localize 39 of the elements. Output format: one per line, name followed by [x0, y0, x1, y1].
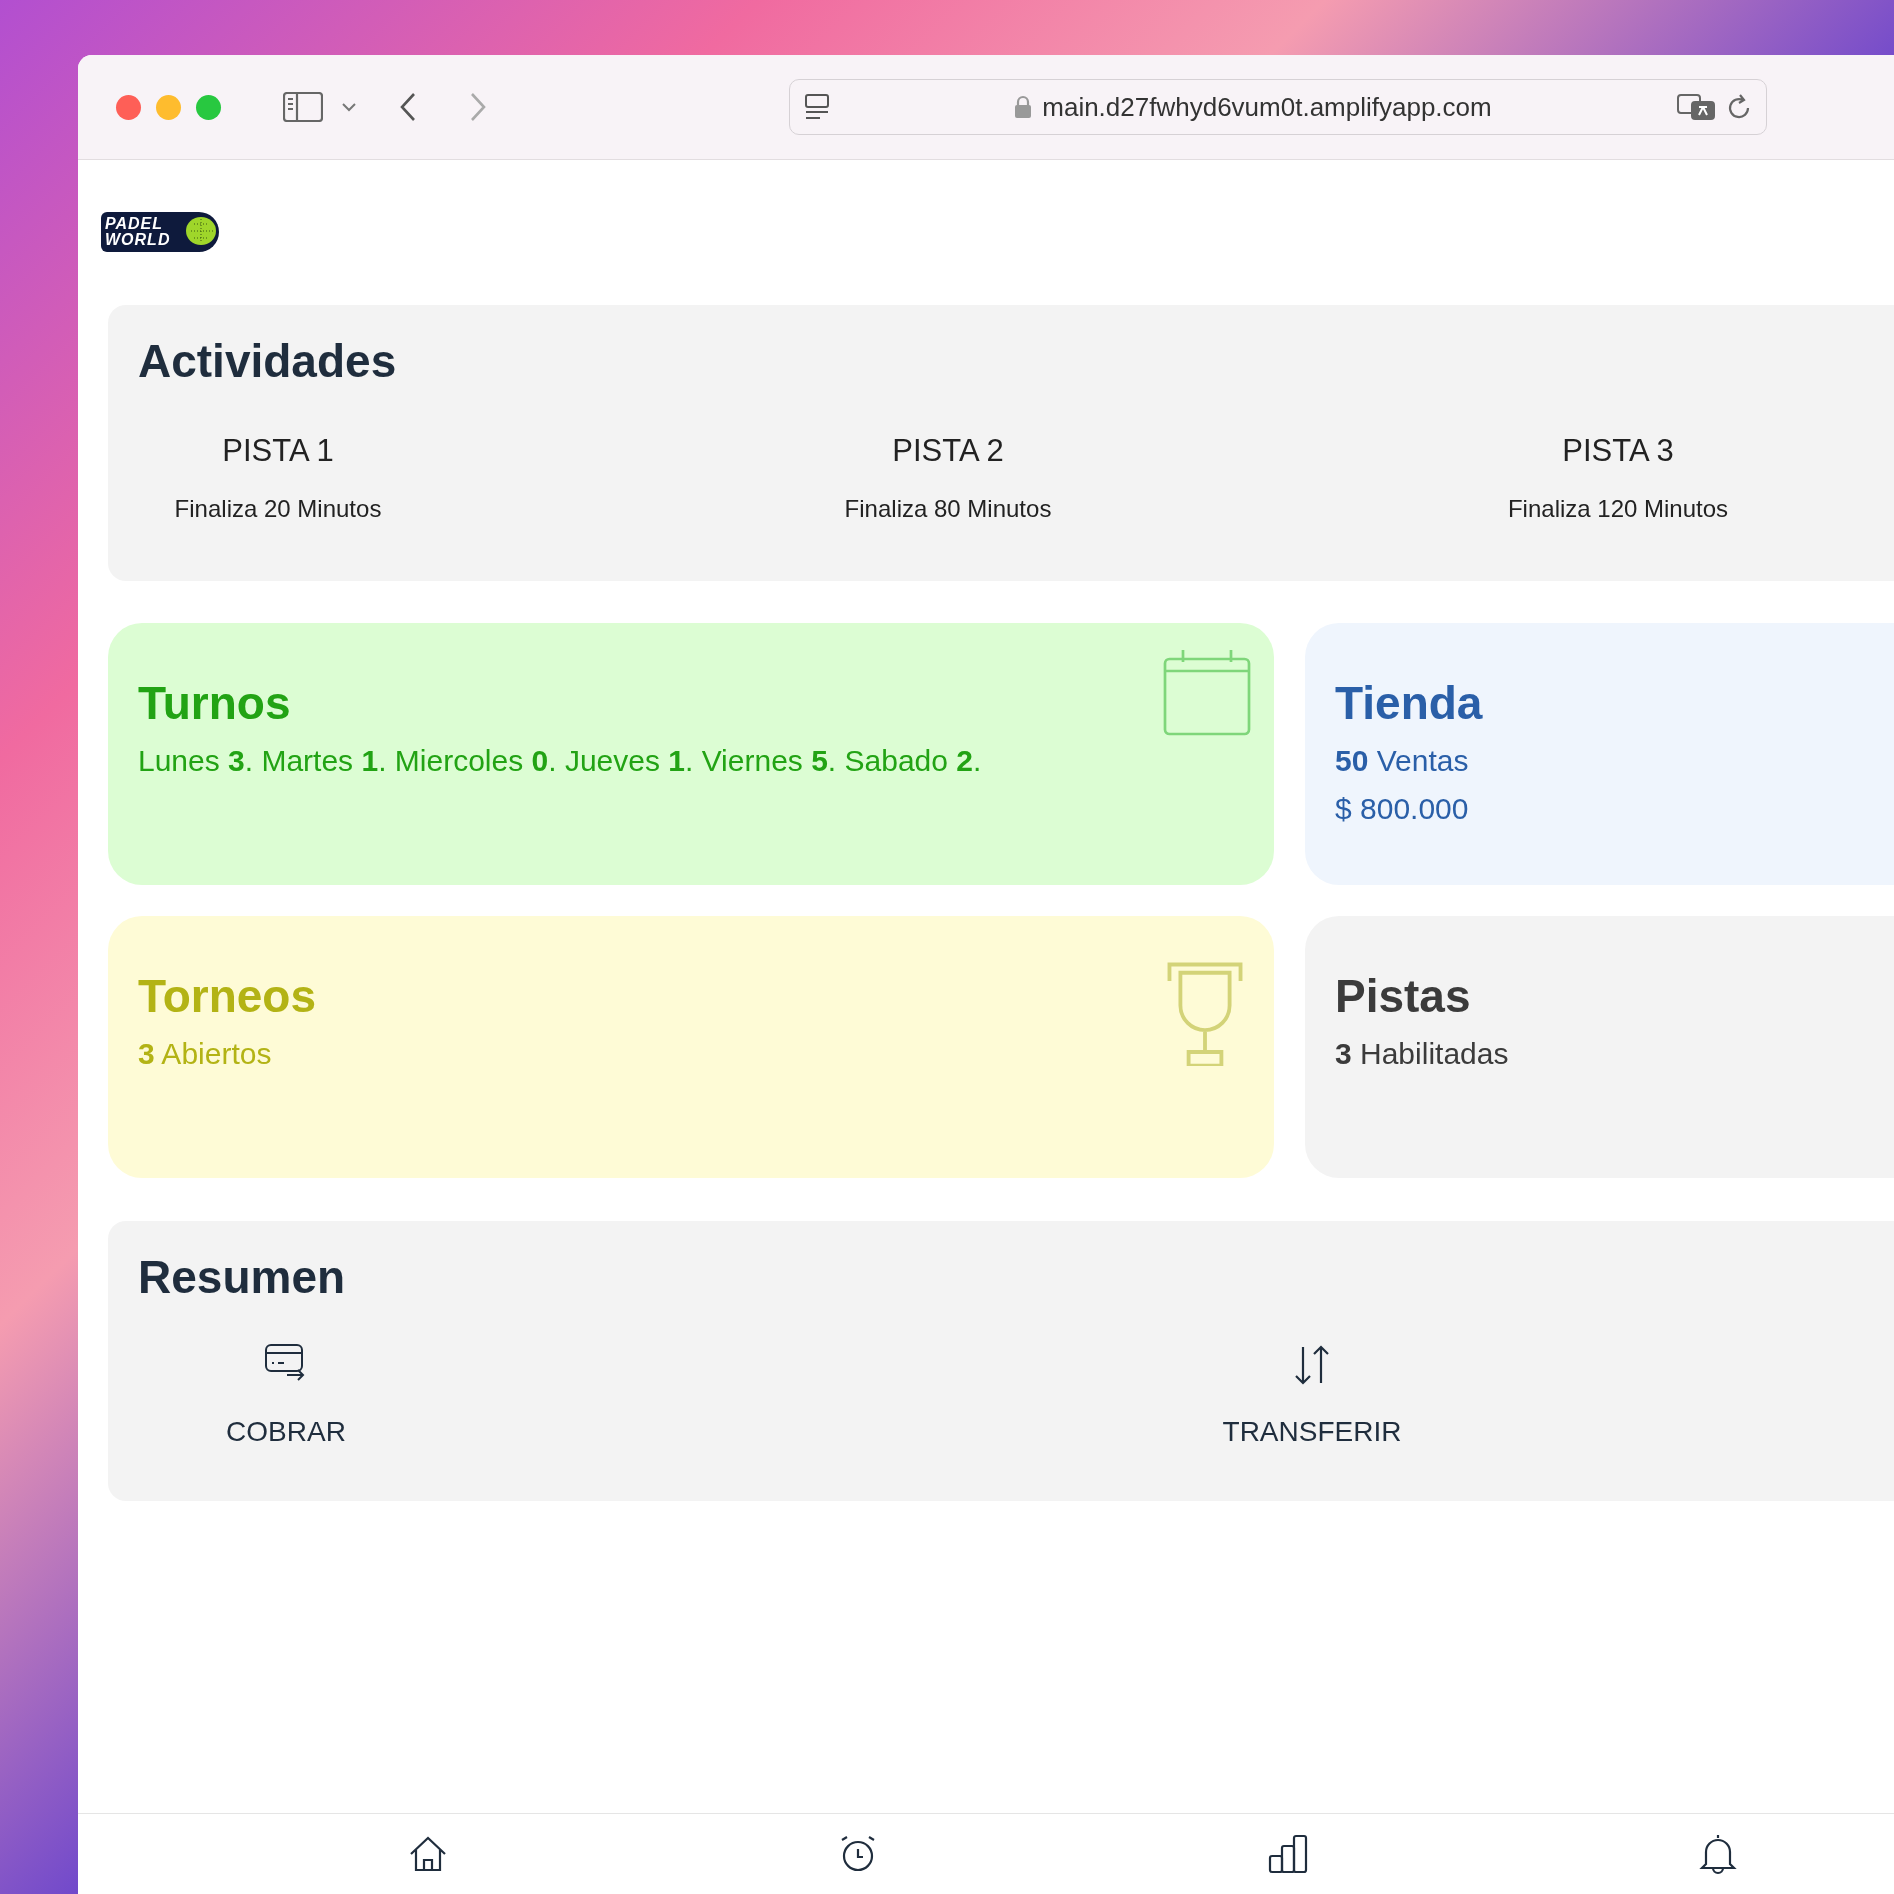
back-icon[interactable]	[399, 92, 417, 122]
card-text: Lunes 3. Martes 1. Miercoles 0. Jueves 1. Viernes 5. Sabado 2.	[138, 743, 983, 779]
section-title: Actividades	[138, 334, 398, 389]
address-bar[interactable]: main.d27fwhyd6vum0t.amplifyapp.com	[789, 79, 1767, 135]
court-status: Finaliza 20 Minutos	[174, 494, 382, 524]
bell-icon[interactable]	[1698, 1832, 1738, 1876]
card-text: 50 Ventas	[1335, 743, 1470, 779]
card-title: Tienda	[1335, 676, 1483, 731]
court-name: PISTA 1	[222, 432, 334, 470]
court-name: PISTA 3	[1562, 432, 1674, 470]
logo-text: WORLD	[105, 232, 171, 248]
sort-arrows-icon	[1293, 1343, 1331, 1387]
card-title: Pistas	[1335, 969, 1471, 1024]
card-title: Turnos	[138, 676, 291, 731]
url-text: main.d27fwhyd6vum0t.amplifyapp.com	[1042, 90, 1492, 124]
chevron-down-icon[interactable]	[341, 102, 357, 112]
logo[interactable]: PADEL WORLD	[101, 212, 219, 252]
card-text: 3 Habilitadas	[1335, 1036, 1510, 1072]
card-arrow-icon	[265, 1343, 307, 1381]
court-name: PISTA 2	[892, 432, 1004, 470]
page-menu-icon[interactable]	[804, 93, 830, 121]
summary-card[interactable]: Pistas 3 Habilitadas	[1305, 916, 1894, 1178]
logo-text: PADEL	[105, 216, 165, 232]
court-status: Finaliza 80 Minutos	[844, 494, 1052, 524]
section-title: Resumen	[138, 1250, 347, 1305]
home-icon[interactable]	[408, 1834, 448, 1874]
sidebar-icon[interactable]	[283, 92, 323, 122]
bar-chart-icon[interactable]	[1268, 1834, 1308, 1874]
action-button[interactable]: COBRAR	[168, 1343, 404, 1453]
lock-icon	[1014, 95, 1033, 119]
card-text: 3 Abiertos	[138, 1036, 273, 1072]
card-title: Torneos	[138, 969, 317, 1024]
reload-icon[interactable]	[1726, 93, 1752, 121]
court-status: Finaliza 120 Minutos	[1507, 494, 1729, 524]
card-text: $ 800.000	[1335, 791, 1470, 827]
translate-icon[interactable]	[1676, 93, 1716, 121]
action-button[interactable]: TRANSFERIR	[1194, 1343, 1430, 1453]
summary-card[interactable]: Tienda 50 Ventas $ 800.000	[1305, 623, 1894, 885]
calendar-icon	[1162, 647, 1252, 737]
